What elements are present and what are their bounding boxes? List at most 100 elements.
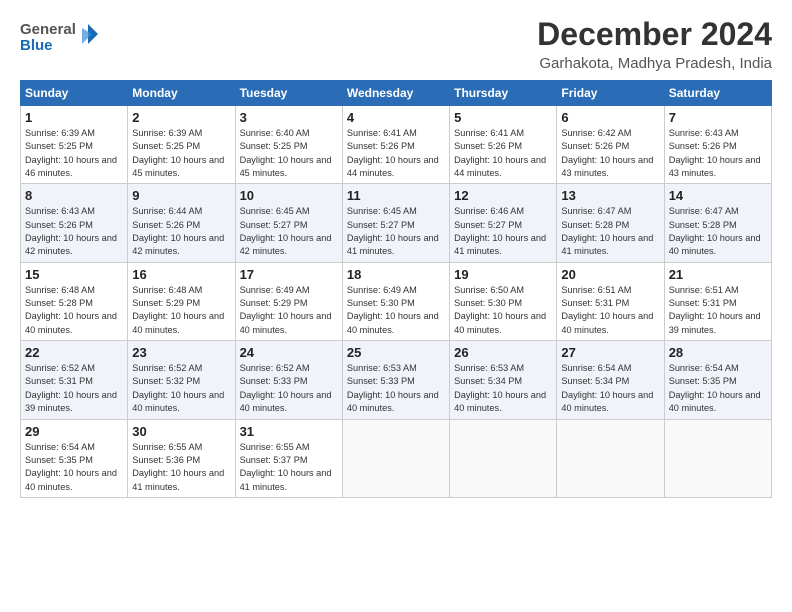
- calendar-cell: 27 Sunrise: 6:54 AMSunset: 5:34 PMDaylig…: [557, 341, 664, 419]
- day-number: 12: [454, 188, 552, 203]
- calendar-cell: 5 Sunrise: 6:41 AMSunset: 5:26 PMDayligh…: [450, 106, 557, 184]
- day-info: Sunrise: 6:43 AMSunset: 5:26 PMDaylight:…: [669, 128, 761, 178]
- day-info: Sunrise: 6:41 AMSunset: 5:26 PMDaylight:…: [347, 128, 439, 178]
- col-header-monday: Monday: [128, 81, 235, 106]
- calendar-cell: 17 Sunrise: 6:49 AMSunset: 5:29 PMDaylig…: [235, 262, 342, 340]
- day-info: Sunrise: 6:47 AMSunset: 5:28 PMDaylight:…: [561, 206, 653, 256]
- calendar-cell: 14 Sunrise: 6:47 AMSunset: 5:28 PMDaylig…: [664, 184, 771, 262]
- col-header-thursday: Thursday: [450, 81, 557, 106]
- col-header-saturday: Saturday: [664, 81, 771, 106]
- calendar-cell: 24 Sunrise: 6:52 AMSunset: 5:33 PMDaylig…: [235, 341, 342, 419]
- svg-text:General: General: [20, 21, 76, 38]
- logo: General Blue: [20, 16, 100, 54]
- day-info: Sunrise: 6:39 AMSunset: 5:25 PMDaylight:…: [132, 128, 224, 178]
- day-number: 17: [240, 267, 338, 282]
- day-number: 7: [669, 110, 767, 125]
- col-header-friday: Friday: [557, 81, 664, 106]
- day-info: Sunrise: 6:51 AMSunset: 5:31 PMDaylight:…: [669, 285, 761, 335]
- svg-text:Blue: Blue: [20, 37, 53, 54]
- calendar-cell: 19 Sunrise: 6:50 AMSunset: 5:30 PMDaylig…: [450, 262, 557, 340]
- calendar-cell: 11 Sunrise: 6:45 AMSunset: 5:27 PMDaylig…: [342, 184, 449, 262]
- day-info: Sunrise: 6:48 AMSunset: 5:29 PMDaylight:…: [132, 285, 224, 335]
- calendar-cell: 16 Sunrise: 6:48 AMSunset: 5:29 PMDaylig…: [128, 262, 235, 340]
- day-number: 25: [347, 345, 445, 360]
- day-number: 20: [561, 267, 659, 282]
- day-info: Sunrise: 6:46 AMSunset: 5:27 PMDaylight:…: [454, 206, 546, 256]
- calendar-cell: 25 Sunrise: 6:53 AMSunset: 5:33 PMDaylig…: [342, 341, 449, 419]
- day-number: 5: [454, 110, 552, 125]
- day-info: Sunrise: 6:53 AMSunset: 5:34 PMDaylight:…: [454, 363, 546, 413]
- calendar-cell: [450, 419, 557, 497]
- day-info: Sunrise: 6:47 AMSunset: 5:28 PMDaylight:…: [669, 206, 761, 256]
- calendar-cell: [664, 419, 771, 497]
- day-info: Sunrise: 6:53 AMSunset: 5:33 PMDaylight:…: [347, 363, 439, 413]
- day-info: Sunrise: 6:52 AMSunset: 5:33 PMDaylight:…: [240, 363, 332, 413]
- month-title: December 2024: [537, 16, 772, 53]
- day-number: 1: [25, 110, 123, 125]
- calendar-cell: 9 Sunrise: 6:44 AMSunset: 5:26 PMDayligh…: [128, 184, 235, 262]
- header: General Blue December 2024 Garhakota, Ma…: [20, 16, 772, 72]
- calendar-cell: 30 Sunrise: 6:55 AMSunset: 5:36 PMDaylig…: [128, 419, 235, 497]
- day-number: 22: [25, 345, 123, 360]
- day-info: Sunrise: 6:43 AMSunset: 5:26 PMDaylight:…: [25, 206, 117, 256]
- day-number: 15: [25, 267, 123, 282]
- calendar-cell: 29 Sunrise: 6:54 AMSunset: 5:35 PMDaylig…: [21, 419, 128, 497]
- calendar-cell: 3 Sunrise: 6:40 AMSunset: 5:25 PMDayligh…: [235, 106, 342, 184]
- day-info: Sunrise: 6:54 AMSunset: 5:34 PMDaylight:…: [561, 363, 653, 413]
- day-number: 21: [669, 267, 767, 282]
- day-info: Sunrise: 6:55 AMSunset: 5:36 PMDaylight:…: [132, 442, 224, 492]
- page: General Blue December 2024 Garhakota, Ma…: [0, 0, 792, 612]
- calendar-cell: 7 Sunrise: 6:43 AMSunset: 5:26 PMDayligh…: [664, 106, 771, 184]
- day-info: Sunrise: 6:49 AMSunset: 5:30 PMDaylight:…: [347, 285, 439, 335]
- col-header-wednesday: Wednesday: [342, 81, 449, 106]
- day-info: Sunrise: 6:52 AMSunset: 5:31 PMDaylight:…: [25, 363, 117, 413]
- calendar-cell: 15 Sunrise: 6:48 AMSunset: 5:28 PMDaylig…: [21, 262, 128, 340]
- calendar-table: SundayMondayTuesdayWednesdayThursdayFrid…: [20, 80, 772, 498]
- location-title: Garhakota, Madhya Pradesh, India: [537, 55, 772, 72]
- day-number: 8: [25, 188, 123, 203]
- day-info: Sunrise: 6:54 AMSunset: 5:35 PMDaylight:…: [669, 363, 761, 413]
- calendar-cell: 1 Sunrise: 6:39 AMSunset: 5:25 PMDayligh…: [21, 106, 128, 184]
- day-info: Sunrise: 6:42 AMSunset: 5:26 PMDaylight:…: [561, 128, 653, 178]
- calendar-cell: 12 Sunrise: 6:46 AMSunset: 5:27 PMDaylig…: [450, 184, 557, 262]
- day-number: 31: [240, 424, 338, 439]
- calendar-cell: 13 Sunrise: 6:47 AMSunset: 5:28 PMDaylig…: [557, 184, 664, 262]
- calendar-cell: [342, 419, 449, 497]
- calendar-cell: 23 Sunrise: 6:52 AMSunset: 5:32 PMDaylig…: [128, 341, 235, 419]
- day-info: Sunrise: 6:54 AMSunset: 5:35 PMDaylight:…: [25, 442, 117, 492]
- day-number: 2: [132, 110, 230, 125]
- day-number: 14: [669, 188, 767, 203]
- day-info: Sunrise: 6:50 AMSunset: 5:30 PMDaylight:…: [454, 285, 546, 335]
- calendar-cell: 26 Sunrise: 6:53 AMSunset: 5:34 PMDaylig…: [450, 341, 557, 419]
- day-number: 13: [561, 188, 659, 203]
- day-number: 10: [240, 188, 338, 203]
- day-info: Sunrise: 6:51 AMSunset: 5:31 PMDaylight:…: [561, 285, 653, 335]
- day-number: 16: [132, 267, 230, 282]
- day-info: Sunrise: 6:40 AMSunset: 5:25 PMDaylight:…: [240, 128, 332, 178]
- calendar-cell: 22 Sunrise: 6:52 AMSunset: 5:31 PMDaylig…: [21, 341, 128, 419]
- calendar-cell: 18 Sunrise: 6:49 AMSunset: 5:30 PMDaylig…: [342, 262, 449, 340]
- day-number: 26: [454, 345, 552, 360]
- calendar-cell: 31 Sunrise: 6:55 AMSunset: 5:37 PMDaylig…: [235, 419, 342, 497]
- day-number: 29: [25, 424, 123, 439]
- calendar-cell: 8 Sunrise: 6:43 AMSunset: 5:26 PMDayligh…: [21, 184, 128, 262]
- day-number: 9: [132, 188, 230, 203]
- day-info: Sunrise: 6:45 AMSunset: 5:27 PMDaylight:…: [240, 206, 332, 256]
- day-info: Sunrise: 6:44 AMSunset: 5:26 PMDaylight:…: [132, 206, 224, 256]
- calendar-cell: 10 Sunrise: 6:45 AMSunset: 5:27 PMDaylig…: [235, 184, 342, 262]
- day-number: 11: [347, 188, 445, 203]
- day-number: 3: [240, 110, 338, 125]
- day-info: Sunrise: 6:48 AMSunset: 5:28 PMDaylight:…: [25, 285, 117, 335]
- calendar-cell: 6 Sunrise: 6:42 AMSunset: 5:26 PMDayligh…: [557, 106, 664, 184]
- col-header-tuesday: Tuesday: [235, 81, 342, 106]
- calendar-cell: 20 Sunrise: 6:51 AMSunset: 5:31 PMDaylig…: [557, 262, 664, 340]
- logo-icon: General Blue: [20, 16, 100, 54]
- calendar-cell: 2 Sunrise: 6:39 AMSunset: 5:25 PMDayligh…: [128, 106, 235, 184]
- calendar-cell: 28 Sunrise: 6:54 AMSunset: 5:35 PMDaylig…: [664, 341, 771, 419]
- day-number: 23: [132, 345, 230, 360]
- day-number: 6: [561, 110, 659, 125]
- day-number: 28: [669, 345, 767, 360]
- calendar-cell: 4 Sunrise: 6:41 AMSunset: 5:26 PMDayligh…: [342, 106, 449, 184]
- day-number: 18: [347, 267, 445, 282]
- col-header-sunday: Sunday: [21, 81, 128, 106]
